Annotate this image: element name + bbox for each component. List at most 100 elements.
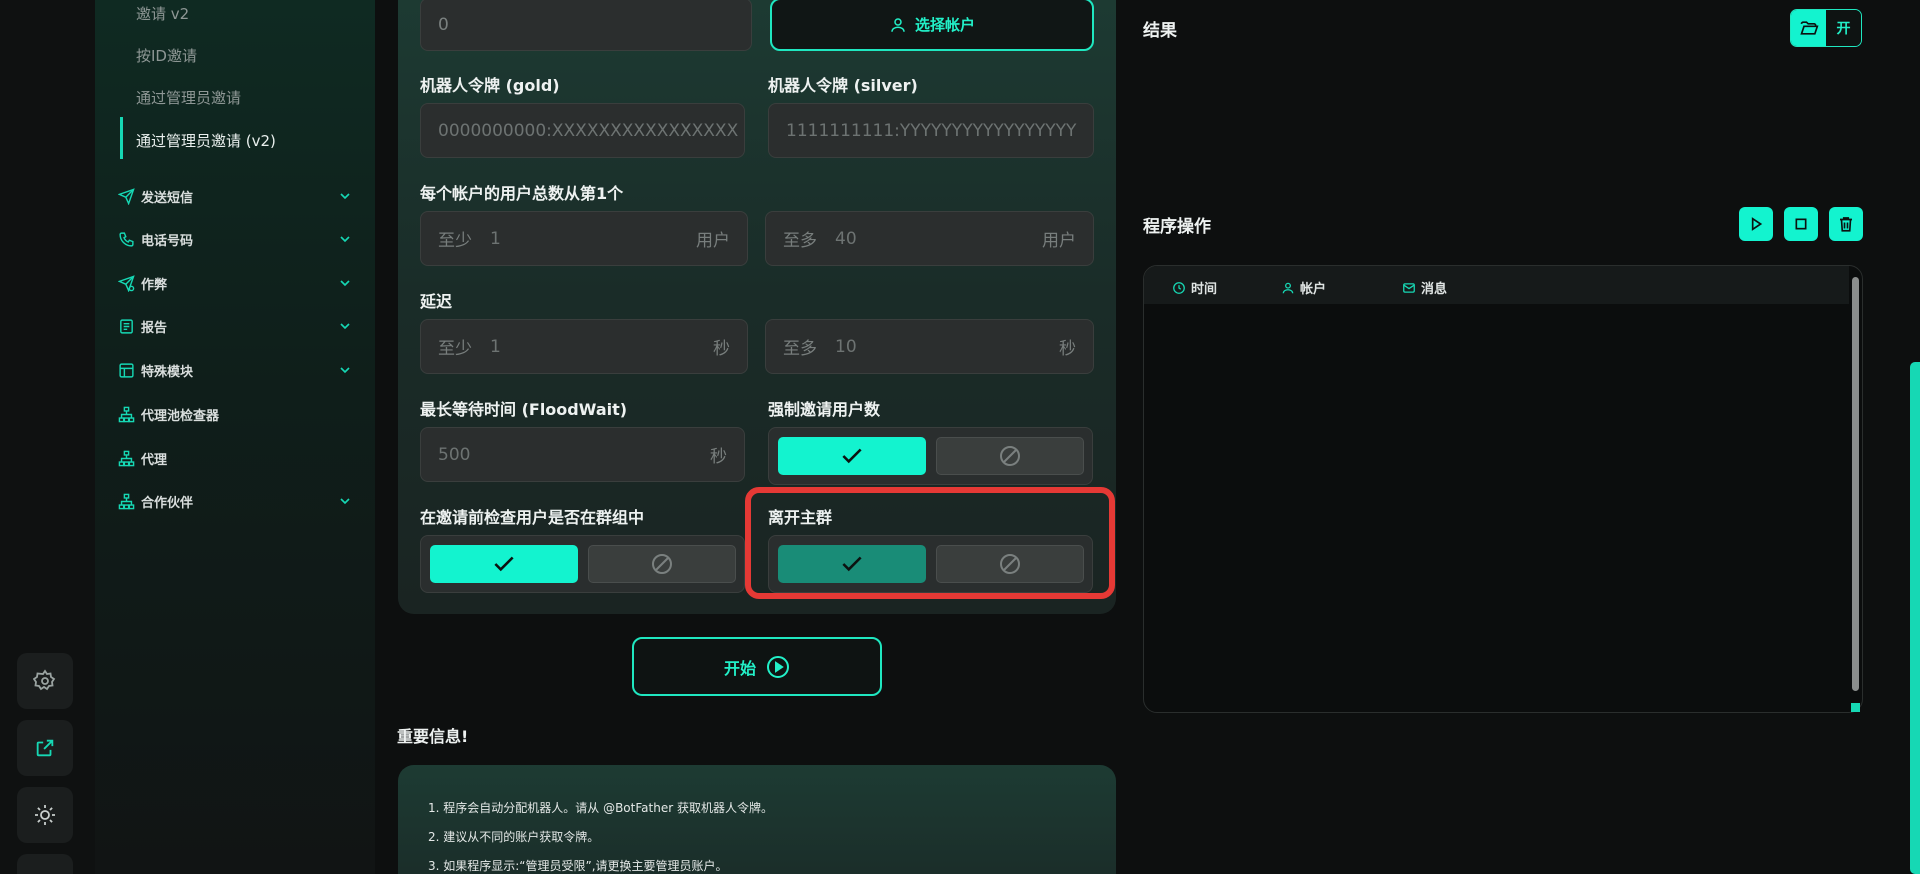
sidebar: 邀请 v2 按ID邀请 通过管理员邀请 通过管理员邀请 (v2) 发送短信 电话… bbox=[95, 0, 375, 874]
sidebar-item-label: 报告 bbox=[141, 320, 168, 336]
play-icon bbox=[1751, 217, 1763, 231]
send-icon bbox=[117, 187, 135, 205]
chevron-down-icon bbox=[340, 280, 350, 287]
folder-open-icon bbox=[1799, 21, 1818, 35]
external-link-icon bbox=[36, 739, 54, 757]
stop-icon bbox=[1795, 218, 1807, 230]
page-scrollbar[interactable] bbox=[1910, 362, 1920, 874]
cheat-icon bbox=[117, 274, 135, 292]
sidebar-item-label: 电话号码 bbox=[141, 233, 194, 249]
info-line: 2. 建议从不同的账户获取令牌。 bbox=[428, 830, 600, 844]
sidebar-item-send-sms[interactable]: 发送短信 bbox=[117, 185, 353, 207]
info-line: 3. 如果程序显示:“管理员受限”,请更换主要管理员账户。 bbox=[428, 859, 728, 873]
check-in-group-toggle bbox=[420, 535, 745, 593]
stop-button[interactable] bbox=[1784, 207, 1818, 241]
resize-handle[interactable] bbox=[1851, 703, 1860, 712]
flood-wait-input[interactable]: 500 秒 bbox=[420, 427, 745, 482]
network-icon bbox=[118, 493, 134, 509]
user-icon bbox=[891, 17, 905, 32]
users-max-input[interactable]: 至多 40 用户 bbox=[765, 211, 1094, 266]
check-in-group-off-button[interactable] bbox=[588, 545, 736, 583]
gear-icon bbox=[33, 669, 56, 691]
select-account-label: 选择帐户 bbox=[914, 16, 975, 34]
sidebar-subitem-invite-by-id[interactable]: 按ID邀请 bbox=[136, 45, 197, 66]
sidebar-item-phone-numbers[interactable]: 电话号码 bbox=[117, 228, 353, 250]
column-time[interactable]: 时间 bbox=[1172, 278, 1217, 297]
sidebar-item-label: 代理池检查器 bbox=[141, 408, 220, 424]
sidebar-item-label: 发送短信 bbox=[141, 190, 194, 206]
play-circle-icon bbox=[767, 655, 789, 678]
force-invite-off-button[interactable] bbox=[936, 437, 1084, 475]
chevron-down-icon bbox=[340, 498, 350, 505]
sun-icon bbox=[35, 805, 55, 825]
settings-button[interactable] bbox=[17, 653, 73, 709]
active-indicator bbox=[120, 117, 123, 159]
operations-log: 时间 帐户 消息 bbox=[1143, 265, 1863, 713]
user-icon bbox=[1282, 282, 1294, 293]
sidebar-item-proxy[interactable]: 代理 bbox=[117, 447, 353, 469]
play-button[interactable] bbox=[1739, 207, 1773, 241]
theme-button[interactable] bbox=[17, 787, 73, 843]
sidebar-item-cheat[interactable]: 作弊 bbox=[117, 272, 353, 294]
chevron-down-icon bbox=[340, 367, 350, 374]
info-box: 1. 程序会自动分配机器人。请从 @BotFather 获取机器人令牌。 2. … bbox=[398, 765, 1116, 874]
operations-title: 程序操作 bbox=[1143, 217, 1211, 237]
sidebar-item-label: 特殊模块 bbox=[141, 364, 194, 380]
select-account-button[interactable]: 选择帐户 bbox=[770, 0, 1094, 51]
stats-button[interactable] bbox=[17, 854, 73, 874]
sidebar-item-label: 代理 bbox=[141, 452, 168, 468]
sidebar-item-report[interactable]: 报告 bbox=[117, 315, 353, 337]
clear-log-button[interactable] bbox=[1829, 207, 1863, 241]
results-on-button[interactable]: 开 bbox=[1826, 10, 1861, 46]
results-toggle: 开 bbox=[1790, 9, 1862, 47]
start-button[interactable]: 开始 bbox=[632, 637, 882, 696]
sidebar-item-proxy-checker[interactable]: 代理池检查器 bbox=[117, 403, 353, 425]
trash-icon bbox=[1840, 217, 1852, 232]
bot-token-silver-label: 机器人令牌 (silver) bbox=[768, 76, 918, 95]
force-invite-label: 强制邀请用户数 bbox=[768, 400, 881, 419]
ban-icon bbox=[1000, 446, 1020, 466]
module-icon bbox=[118, 362, 134, 378]
check-icon bbox=[842, 448, 862, 464]
highlight-box bbox=[745, 487, 1115, 599]
sidebar-item-special-modules[interactable]: 特殊模块 bbox=[117, 359, 353, 381]
log-scrollbar[interactable] bbox=[1852, 277, 1859, 691]
bot-token-silver-input[interactable]: 1111111111:YYYYYYYYYYYYYYYYY bbox=[768, 103, 1094, 158]
users-total-label: 每个帐户的用户总数从第1个 bbox=[420, 184, 624, 203]
mail-icon bbox=[1403, 282, 1415, 293]
bot-token-gold-label: 机器人令牌 (gold) bbox=[420, 76, 560, 95]
info-title: 重要信息! bbox=[397, 727, 469, 746]
delay-min-input[interactable]: 至少 1 秒 bbox=[420, 319, 748, 374]
bot-token-gold-input[interactable]: 0000000000:XXXXXXXXXXXXXXXX bbox=[420, 103, 745, 158]
users-min-input[interactable]: 至少 1 用户 bbox=[420, 211, 748, 266]
sidebar-subitem-invite-admin-v2[interactable]: 通过管理员邀请 (v2) bbox=[136, 130, 276, 151]
flood-wait-label: 最长等待时间 (FloodWait) bbox=[420, 400, 628, 419]
start-label: 开始 bbox=[723, 658, 756, 678]
sidebar-subitem-invite-admin[interactable]: 通过管理员邀请 bbox=[136, 87, 241, 108]
clock-icon bbox=[1173, 281, 1185, 294]
check-in-group-on-button[interactable] bbox=[430, 545, 578, 583]
top-count-input[interactable]: 0 bbox=[420, 0, 752, 51]
check-in-group-label: 在邀请前检查用户是否在群组中 bbox=[420, 508, 645, 527]
column-account[interactable]: 帐户 bbox=[1281, 278, 1326, 297]
sidebar-item-label: 合作伙伴 bbox=[141, 495, 194, 511]
force-invite-toggle bbox=[768, 427, 1093, 485]
delay-label: 延迟 bbox=[420, 292, 453, 311]
results-title: 结果 bbox=[1143, 21, 1177, 41]
delay-max-input[interactable]: 至多 10 秒 bbox=[765, 319, 1094, 374]
sidebar-subitem-invite-v2[interactable]: 邀请 v2 bbox=[136, 3, 189, 24]
check-icon bbox=[494, 556, 514, 572]
chevron-down-icon bbox=[340, 323, 350, 330]
icon-rail bbox=[0, 0, 95, 874]
sidebar-item-partners[interactable]: 合作伙伴 bbox=[117, 490, 353, 512]
network-icon bbox=[118, 406, 134, 422]
chevron-down-icon bbox=[340, 193, 350, 200]
external-link-button[interactable] bbox=[17, 720, 73, 776]
open-folder-button[interactable] bbox=[1791, 10, 1826, 46]
chevron-down-icon bbox=[340, 236, 350, 243]
report-icon bbox=[119, 318, 133, 334]
info-line: 1. 程序会自动分配机器人。请从 @BotFather 获取机器人令牌。 bbox=[428, 801, 773, 815]
force-invite-on-button[interactable] bbox=[778, 437, 926, 475]
ban-icon bbox=[652, 554, 672, 574]
column-message[interactable]: 消息 bbox=[1402, 278, 1447, 297]
